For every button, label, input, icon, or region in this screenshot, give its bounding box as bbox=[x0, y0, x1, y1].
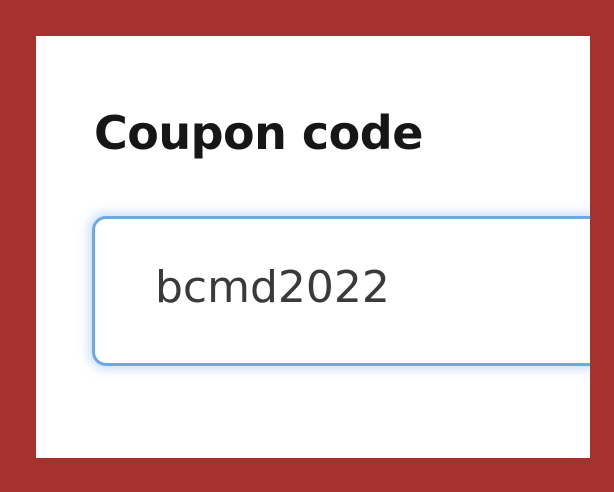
coupon-panel: Coupon code bbox=[36, 36, 590, 458]
coupon-code-label: Coupon code bbox=[94, 106, 423, 160]
coupon-code-field[interactable] bbox=[92, 216, 590, 366]
coupon-code-input[interactable] bbox=[155, 257, 590, 317]
